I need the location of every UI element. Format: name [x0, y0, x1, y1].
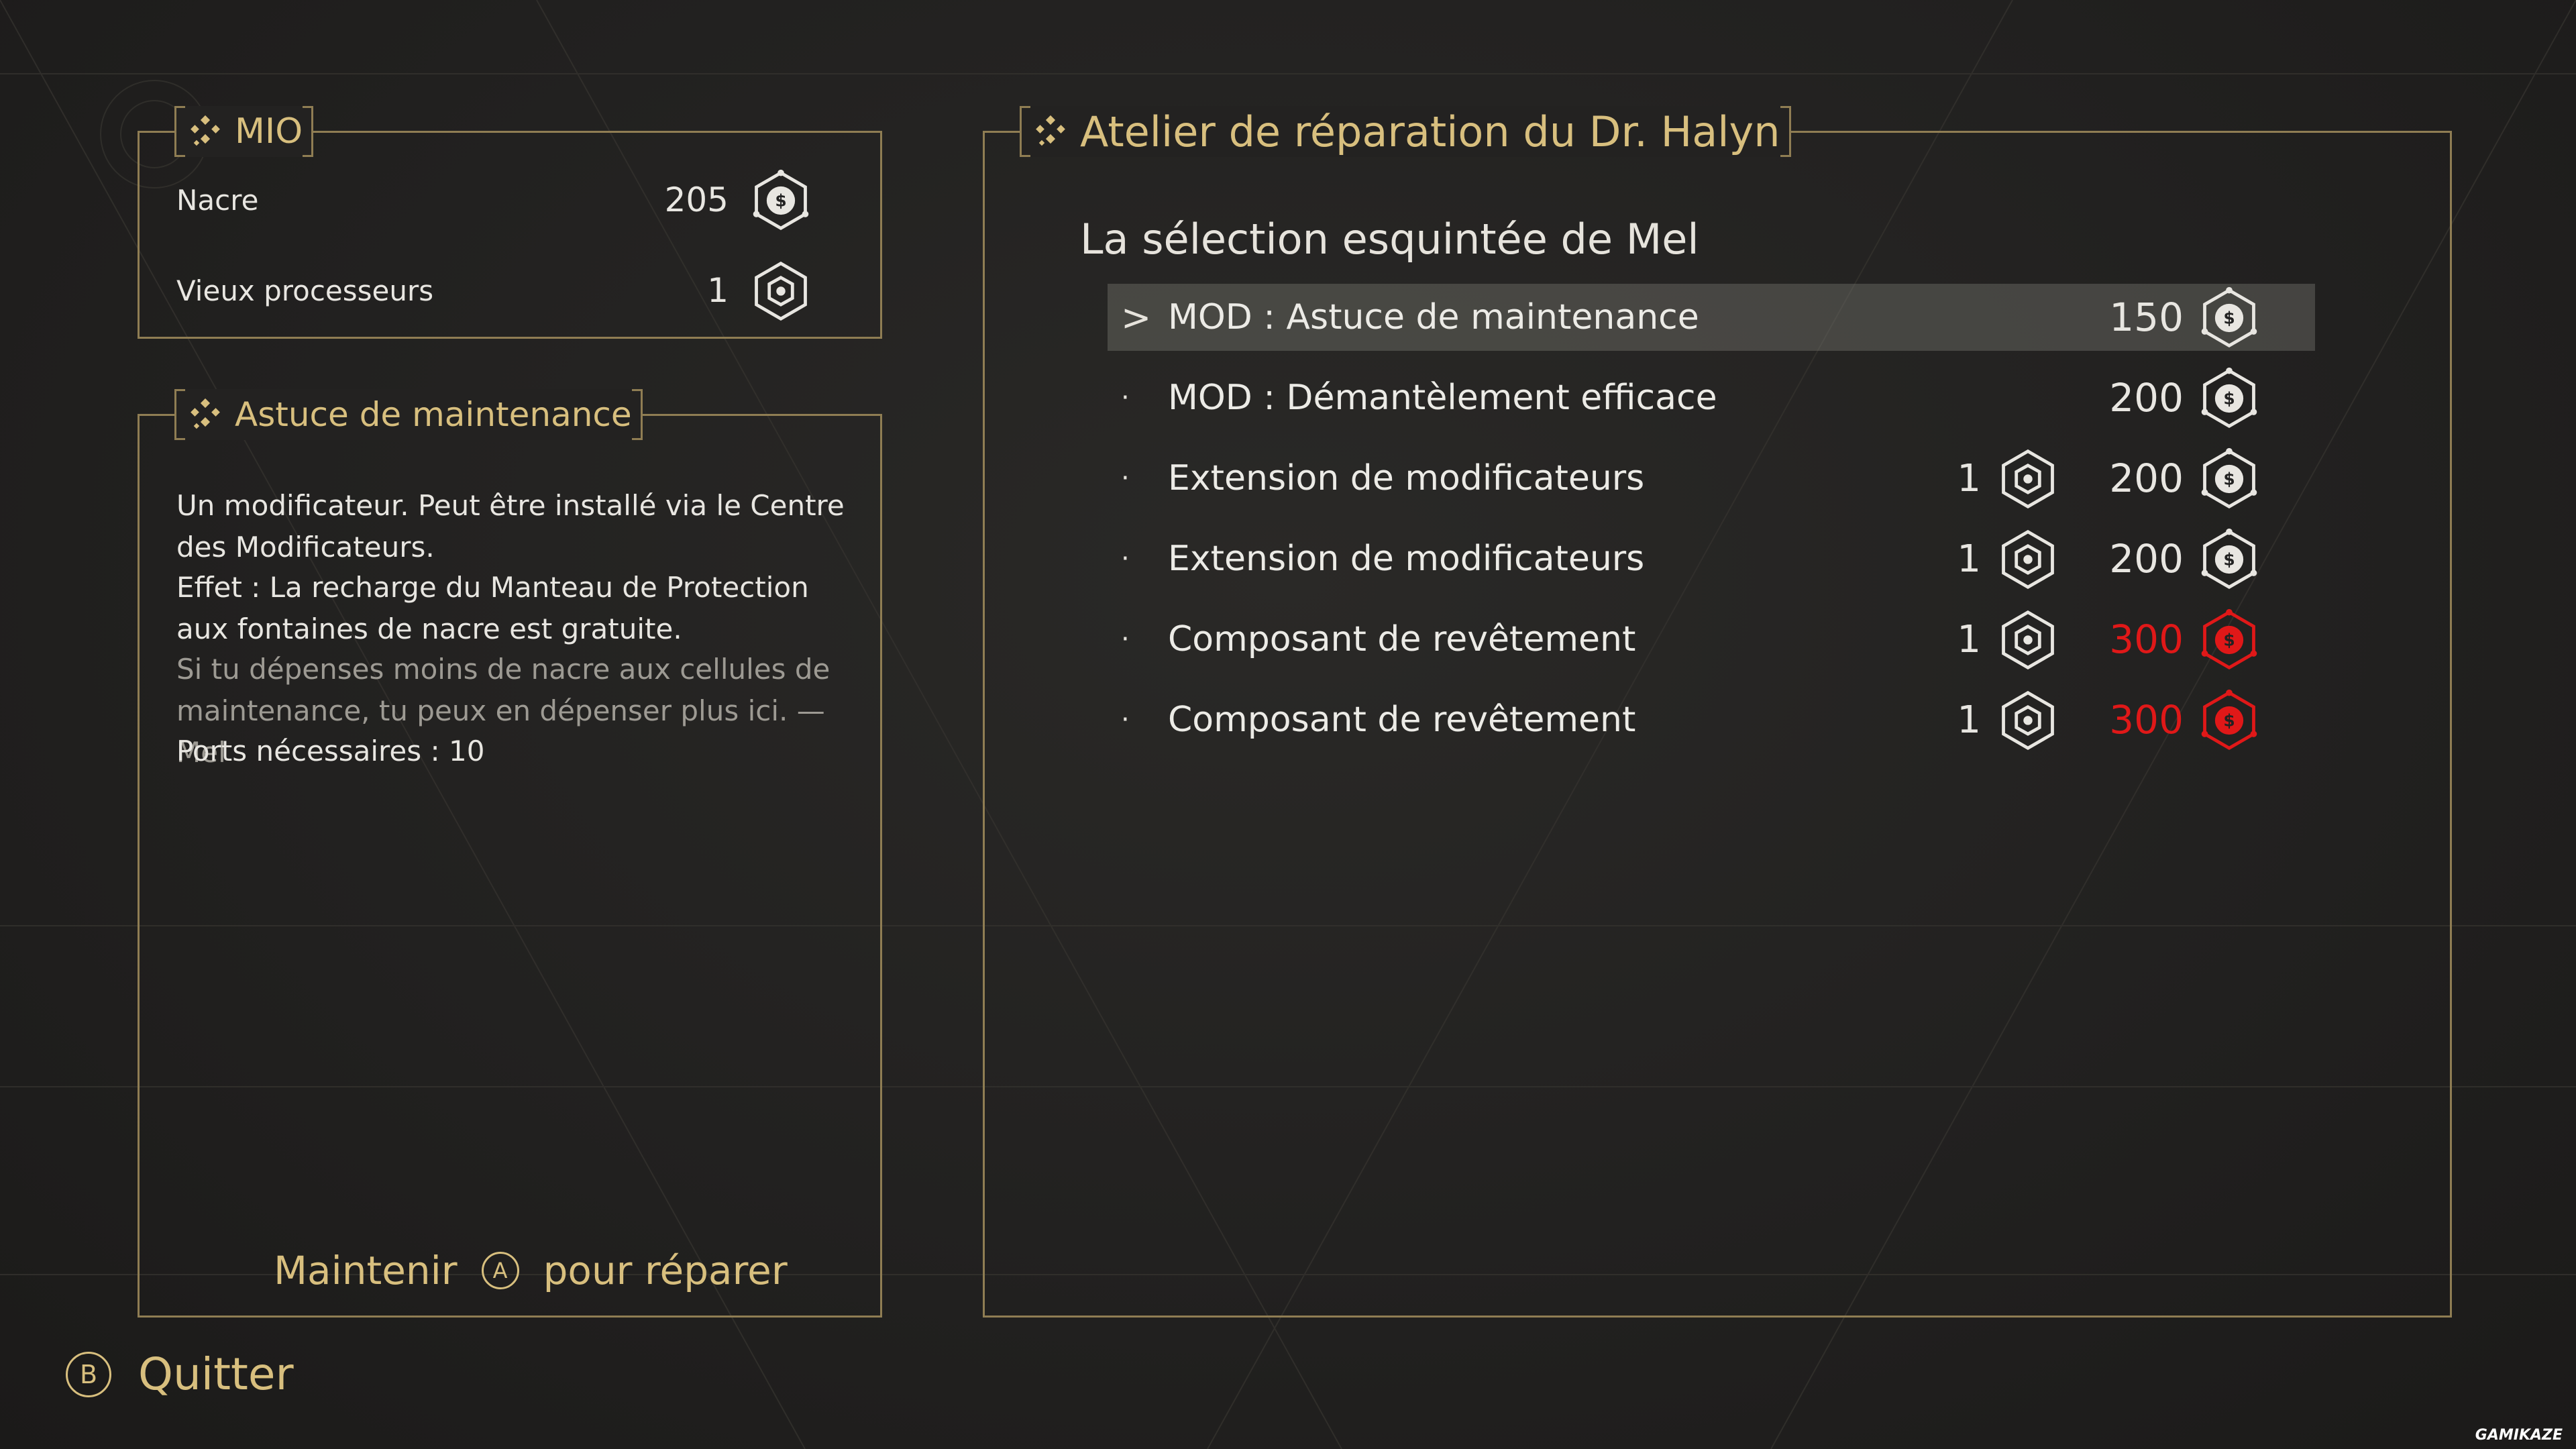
price-value: 300	[2109, 697, 2184, 743]
shop-panel-title: Atelier de réparation du Dr. Halyn	[1020, 106, 1791, 157]
nacre-icon: $	[2201, 447, 2257, 509]
processor-cost: 1	[1957, 446, 2060, 511]
price-value: 200	[2109, 455, 2184, 501]
resource-label: Vieux processeurs	[176, 274, 434, 307]
list-bullet: ·	[1121, 382, 1130, 413]
nacre-price: 300 $	[2109, 606, 2261, 673]
resources-title: MIO	[235, 111, 303, 152]
processor-cost: 1	[1957, 688, 2060, 752]
resource-value: 205	[664, 180, 729, 219]
svg-text:$: $	[2223, 309, 2235, 328]
nacre-price: 150 $	[2109, 284, 2261, 351]
nacre-icon: $	[2201, 689, 2257, 751]
processor-icon	[755, 261, 807, 321]
processor-cost: 1	[1957, 607, 2060, 672]
diamond-cluster-icon	[191, 398, 220, 429]
processor-icon	[2002, 449, 2054, 509]
shop-item-row[interactable]: > MOD : Astuce de maintenance 150 $	[1108, 284, 2315, 351]
hold-prefix: Maintenir	[274, 1248, 458, 1293]
price-value: 200	[2109, 536, 2184, 582]
shop-panel: Atelier de réparation du Dr. Halyn La sé…	[983, 106, 2452, 1318]
svg-text:$: $	[2223, 631, 2235, 650]
quit-label: Quitter	[138, 1348, 294, 1400]
item-effect: Effet : La recharge du Manteau de Protec…	[176, 571, 809, 645]
quit-button[interactable]: B Quitter	[66, 1348, 294, 1400]
processor-icon	[2002, 690, 2054, 751]
nacre-icon: $	[2201, 528, 2257, 590]
list-bullet: ·	[1121, 624, 1130, 655]
nacre-price: 200 $	[2109, 445, 2261, 512]
diamond-cluster-icon	[1036, 115, 1065, 146]
shop-subtitle: La sélection esquintée de Mel	[1080, 215, 1699, 264]
item-description: Un modificateur. Peut être installé via …	[176, 489, 845, 564]
detail-panel-title: Astuce de maintenance	[174, 389, 643, 440]
nacre-icon: $	[2201, 608, 2257, 670]
shop-item-row[interactable]: · Extension de modificateurs 1 200 $	[1108, 445, 2315, 512]
price-value: 300	[2109, 616, 2184, 662]
list-bullet: ·	[1121, 704, 1130, 735]
hold-suffix: pour réparer	[543, 1248, 788, 1293]
list-bullet: ·	[1121, 463, 1130, 494]
price-value: 150	[2109, 294, 2184, 340]
nacre-icon: $	[2201, 286, 2257, 348]
hold-to-repair-hint[interactable]: Maintenir A pour réparer	[274, 1248, 788, 1293]
processor-count: 1	[1957, 617, 1981, 661]
item-detail-panel: Astuce de maintenance Un modificateur. P…	[138, 389, 882, 1318]
processor-count: 1	[1957, 456, 1981, 500]
watermark: GAMIKAZE	[2475, 1427, 2563, 1444]
resource-row-nacre: Nacre 205 $	[176, 169, 813, 231]
a-button-icon: A	[481, 1252, 519, 1289]
shop-item-row[interactable]: · Composant de revêtement 1 300 $	[1108, 606, 2315, 673]
b-button-icon: B	[66, 1351, 111, 1397]
detail-title: Astuce de maintenance	[235, 395, 632, 434]
list-bullet: ·	[1121, 543, 1130, 574]
resources-panel-title: MIO	[174, 106, 314, 157]
resource-value: 1	[707, 271, 729, 310]
shop-item-row[interactable]: · Extension de modificateurs 1 200 $	[1108, 525, 2315, 592]
shop-item-row[interactable]: · Composant de revêtement 1 300 $	[1108, 686, 2315, 753]
shop-item-row[interactable]: · MOD : Démantèlement efficace 200 $	[1108, 364, 2315, 431]
item-ports: Ports nécessaires : 10	[176, 735, 485, 767]
resources-panel: MIO Nacre 205 $ Vieux processeurs 1	[138, 106, 882, 339]
svg-text:$: $	[775, 191, 786, 211]
selection-cursor: >	[1121, 296, 1152, 339]
svg-text:$: $	[2223, 711, 2235, 731]
shop-title: Atelier de réparation du Dr. Halyn	[1080, 107, 1780, 156]
price-value: 200	[2109, 375, 2184, 421]
nacre-icon: $	[753, 169, 809, 231]
diamond-cluster-icon	[191, 115, 220, 146]
resource-label: Nacre	[176, 183, 259, 217]
processor-cost: 1	[1957, 527, 2060, 591]
processor-count: 1	[1957, 537, 1981, 581]
nacre-icon: $	[2201, 367, 2257, 429]
resource-row-processors: Vieux processeurs 1	[176, 260, 813, 321]
processor-icon	[2002, 610, 2054, 670]
svg-text:$: $	[2223, 389, 2235, 409]
svg-text:$: $	[2223, 470, 2235, 489]
processor-icon	[2002, 529, 2054, 590]
svg-text:$: $	[2223, 550, 2235, 570]
nacre-price: 300 $	[2109, 686, 2261, 753]
nacre-price: 200 $	[2109, 364, 2261, 431]
processor-count: 1	[1957, 698, 1981, 742]
nacre-price: 200 $	[2109, 525, 2261, 592]
